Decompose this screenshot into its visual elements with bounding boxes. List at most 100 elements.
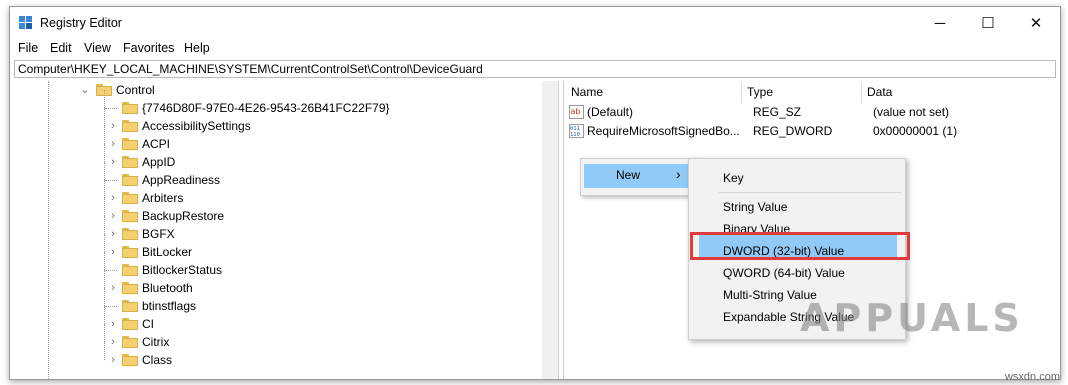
tree-item[interactable]: › ACPI [14, 126, 544, 153]
value-data: 0x00000001 (1) [873, 124, 958, 138]
tree-item[interactable]: {7746D80F-97E0-4E26-9543-26B41FC22F79} [14, 90, 544, 117]
value-name: (Default) [587, 105, 634, 119]
tree-item[interactable]: › Class [14, 342, 544, 369]
chevron-right-icon[interactable]: › [108, 225, 118, 243]
folder-icon [122, 138, 138, 150]
tree-guide-line [105, 108, 117, 109]
column-header-name[interactable]: Name [571, 85, 603, 99]
tree-item-label: AppReadiness [142, 173, 221, 187]
tree-item-control[interactable]: ⌄ Control [14, 81, 544, 99]
tree-scrollbar[interactable] [542, 81, 558, 379]
tree-item-label: Arbiters [142, 191, 184, 205]
submenu-item-string-value[interactable]: String Value [723, 197, 787, 217]
column-header-type[interactable]: Type [747, 85, 773, 99]
tree-item-label: AppID [142, 155, 176, 169]
svg-text:110: 110 [570, 132, 580, 138]
tree-item[interactable]: › Arbiters [14, 180, 544, 207]
chevron-right-icon[interactable]: › [108, 207, 118, 225]
tree-item[interactable]: › AccessibilitySettings [14, 108, 544, 135]
menu-help[interactable]: Help [184, 41, 210, 55]
maximize-button[interactable]: ☐ [964, 7, 1012, 39]
key-tree-pane[interactable]: ⌄ Control {7746D80F-97E0-4E26-9543-26B41… [14, 81, 554, 379]
tree-guide-line [105, 306, 117, 307]
value-name: RequireMicrosoftSignedBo... [587, 124, 740, 138]
tree-guide-line [104, 162, 105, 180]
folder-icon [122, 156, 138, 168]
menu-view[interactable]: View [84, 41, 111, 55]
folder-icon [122, 300, 138, 312]
folder-icon [122, 318, 138, 330]
value-row-requiremicrosoftsigned[interactable]: 011 110 RequireMicrosoftSignedBo... REG_… [569, 122, 1049, 140]
chevron-down-icon[interactable]: ⌄ [80, 81, 90, 99]
tree-guide-line [104, 198, 105, 216]
chevron-right-icon[interactable]: › [108, 153, 118, 171]
tree-item-label: BitLocker [142, 245, 193, 259]
tree-item-label: BGFX [142, 227, 175, 241]
tree-guide-line [104, 342, 105, 360]
address-bar[interactable]: Computer\HKEY_LOCAL_MACHINE\SYSTEM\Curre… [14, 60, 1056, 78]
chevron-right-icon[interactable]: › [108, 333, 118, 351]
submenu-item-key[interactable]: Key [723, 168, 744, 188]
chevron-right-icon[interactable]: › [108, 243, 118, 261]
tree-item-label: Control [116, 83, 155, 97]
column-header-data[interactable]: Data [867, 85, 892, 99]
value-type: REG_DWORD [753, 124, 833, 138]
title-bar[interactable]: Registry Editor ─ ☐ ✕ [10, 7, 1060, 39]
column-divider[interactable] [741, 83, 742, 103]
folder-icon [122, 174, 138, 186]
tree-guide-line [104, 270, 105, 288]
tree-guide-line [104, 180, 105, 198]
tree-item[interactable]: › BitLocker [14, 234, 544, 261]
tree-item-label: Citrix [142, 335, 170, 349]
menu-separator [719, 192, 901, 193]
tree-guide-line [104, 324, 105, 342]
value-row-default[interactable]: ab (Default) REG_SZ (value not set) [569, 103, 1049, 121]
folder-icon [122, 192, 138, 204]
folder-icon [122, 336, 138, 348]
folder-icon [122, 102, 138, 114]
column-divider[interactable] [861, 83, 862, 103]
tree-item-label: CI [142, 317, 154, 331]
tree-item[interactable]: › CI [14, 306, 544, 333]
tree-item[interactable]: › Bluetooth [14, 270, 544, 297]
tree-item[interactable]: › Citrix [14, 324, 544, 351]
tree-item-label: Bluetooth [142, 281, 193, 295]
registry-editor-app-icon [19, 16, 33, 30]
tree-guide-line [104, 252, 105, 270]
chevron-right-icon[interactable]: › [108, 351, 118, 369]
context-menu: New › [580, 158, 700, 196]
menu-favorites[interactable]: Favorites [123, 41, 174, 55]
folder-icon [122, 210, 138, 222]
chevron-right-icon[interactable]: › [108, 315, 118, 333]
chevron-right-icon[interactable]: › [108, 135, 118, 153]
menu-file[interactable]: File [18, 41, 38, 55]
tree-guide-line [104, 108, 105, 126]
tree-item[interactable]: AppReadiness [14, 162, 544, 189]
tree-item[interactable]: › BackupRestore [14, 198, 544, 225]
folder-icon [122, 228, 138, 240]
tree-guide-line [105, 270, 117, 271]
tree-guide-line [104, 306, 105, 324]
submenu-item-qword-value[interactable]: QWORD (64-bit) Value [723, 263, 845, 283]
tree-item[interactable]: › BGFX [14, 216, 544, 243]
chevron-right-icon: › [676, 166, 681, 182]
appuals-watermark: APPUALS [800, 296, 1024, 340]
tree-item[interactable]: btinstflags [14, 288, 544, 315]
menu-edit[interactable]: Edit [50, 41, 72, 55]
menu-item-new[interactable]: New › [584, 164, 695, 188]
chevron-right-icon[interactable]: › [108, 117, 118, 135]
tree-item[interactable]: BitlockerStatus [14, 252, 544, 279]
value-data: (value not set) [873, 105, 950, 119]
close-button[interactable]: ✕ [1012, 7, 1060, 39]
chevron-right-icon[interactable]: › [108, 279, 118, 297]
svg-text:ab: ab [571, 107, 581, 116]
string-value-icon: ab [569, 105, 584, 119]
tree-item[interactable]: › AppID [14, 144, 544, 171]
folder-icon [122, 264, 138, 276]
tree-item-label: btinstflags [142, 299, 197, 313]
minimize-button[interactable]: ─ [916, 7, 964, 39]
chevron-right-icon[interactable]: › [108, 189, 118, 207]
tree-item-label: BitlockerStatus [142, 263, 223, 277]
folder-icon [122, 120, 138, 132]
tree-guide-line [104, 234, 105, 252]
